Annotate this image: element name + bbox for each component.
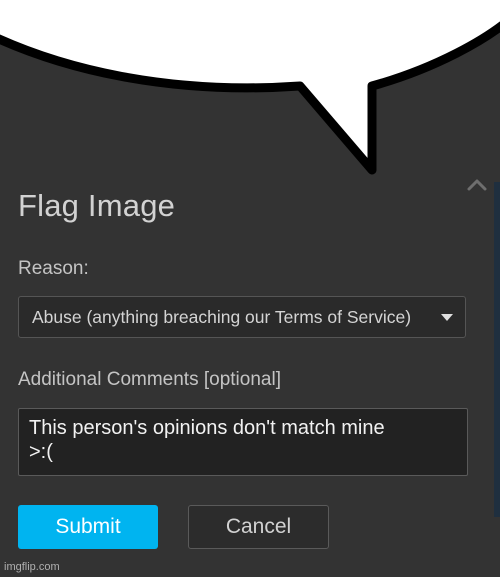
cancel-button[interactable]: Cancel — [188, 505, 329, 549]
reason-selected-value: Abuse (anything breaching our Terms of S… — [32, 307, 412, 327]
reason-label: Reason: — [18, 258, 89, 279]
reason-select[interactable]: Abuse (anything breaching our Terms of S… — [18, 296, 466, 338]
dialog-title: Flag Image — [18, 188, 176, 223]
page-edge-strip — [494, 182, 500, 517]
comments-field[interactable]: This person's opinions don't match mine … — [18, 408, 468, 476]
comments-label: Additional Comments [optional] — [18, 369, 281, 390]
chevron-up-icon[interactable] — [466, 178, 488, 192]
submit-button[interactable]: Submit — [18, 505, 158, 549]
watermark: imgflip.com — [4, 561, 60, 573]
caret-down-icon — [441, 314, 453, 321]
speech-bubble — [0, 0, 500, 175]
